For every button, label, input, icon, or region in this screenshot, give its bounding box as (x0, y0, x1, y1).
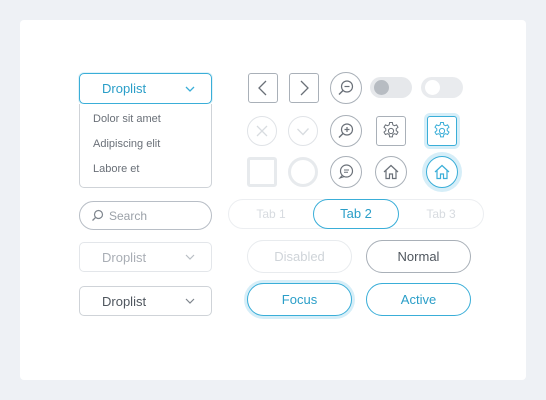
chevron-down-icon (185, 86, 195, 92)
check-icon (297, 128, 309, 136)
home-icon (383, 164, 399, 180)
toggle-knob (374, 80, 389, 95)
toggle-switch[interactable] (421, 77, 463, 98)
droplist-option[interactable]: Labore et (80, 157, 211, 182)
droplist-label: Droplist (102, 81, 147, 96)
comment-button[interactable] (330, 156, 362, 188)
chevron-down-icon (185, 254, 195, 260)
close-icon (256, 125, 268, 137)
chevron-down-icon (185, 298, 195, 304)
tab-bar: Tab 1 Tab 2 Tab 3 (228, 199, 484, 229)
toggle-knob (425, 80, 440, 95)
settings-button[interactable] (376, 116, 406, 146)
droplist-disabled: Droplist (79, 242, 212, 272)
ui-kit-card: Droplist Dolor sit amet Adipiscing elit … (20, 20, 526, 380)
close-button (247, 116, 277, 146)
focus-button[interactable]: Focus (247, 283, 352, 316)
search-icon (92, 209, 104, 221)
home-button-active[interactable] (426, 156, 458, 188)
search-placeholder: Search (109, 208, 148, 223)
chat-icon (338, 164, 354, 180)
check-button (288, 116, 318, 146)
home-button[interactable] (375, 156, 407, 188)
next-button[interactable] (289, 73, 319, 103)
home-icon (434, 164, 450, 180)
settings-button-active[interactable] (427, 116, 457, 146)
tab-1: Tab 1 (256, 207, 286, 221)
active-button[interactable]: Active (366, 283, 471, 316)
previous-button[interactable] (248, 73, 278, 103)
checkbox-disabled (247, 157, 277, 187)
zoom-out-button[interactable] (330, 72, 362, 104)
droplist-label: Droplist (102, 249, 147, 265)
normal-button[interactable]: Normal (366, 240, 471, 273)
chevron-right-icon (300, 80, 309, 96)
droplist-normal[interactable]: Droplist (79, 286, 212, 316)
search-input[interactable]: Search (79, 201, 212, 230)
droplist-label: Droplist (102, 293, 147, 309)
toggle-disabled (370, 77, 412, 98)
droplist-option[interactable]: Dolor sit amet (80, 107, 211, 132)
droplist-option[interactable]: Adipiscing elit (80, 132, 211, 157)
zoom-in-button[interactable] (330, 115, 362, 147)
zoom-in-icon (338, 123, 354, 138)
radio-disabled (288, 157, 318, 187)
zoom-out-icon (338, 80, 354, 95)
droplist-menu: Dolor sit amet Adipiscing elit Labore et (79, 104, 212, 188)
tab-2[interactable]: Tab 2 (313, 199, 399, 229)
gear-icon (383, 122, 399, 138)
tab-3: Tab 3 (426, 207, 456, 221)
gear-icon (434, 122, 450, 138)
chevron-left-icon (258, 80, 267, 96)
droplist-open[interactable]: Droplist (79, 73, 212, 104)
disabled-button: Disabled (247, 240, 352, 273)
